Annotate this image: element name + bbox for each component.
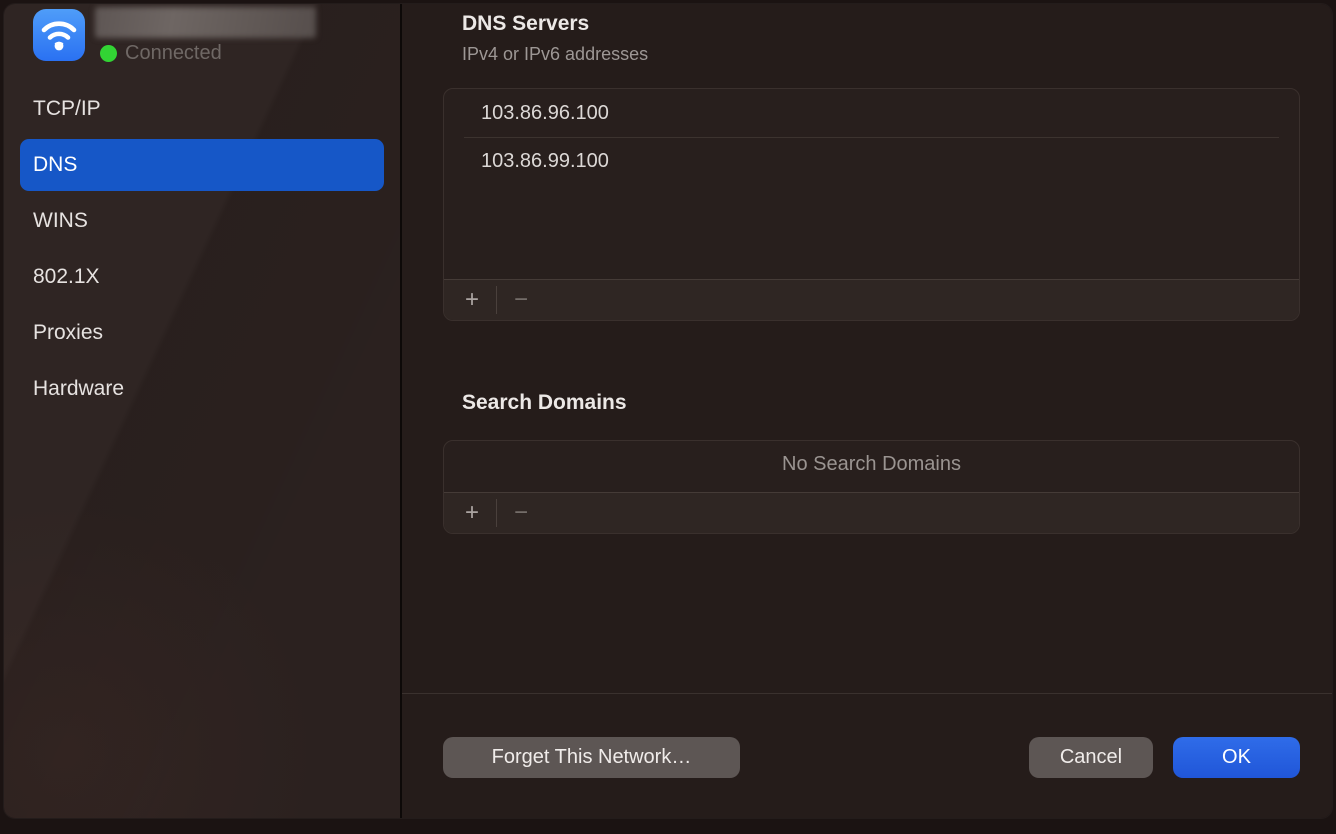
add-dns-server-button[interactable]: +: [454, 285, 490, 315]
network-name-redacted: [95, 7, 316, 38]
sidebar: Connected TCP/IP DNS WINS 802.1X: [4, 4, 400, 818]
network-details-sheet: Connected TCP/IP DNS WINS 802.1X: [4, 4, 1332, 818]
sidebar-nav-item-label: 802.1X: [33, 265, 100, 289]
remove-search-domain-button[interactable]: −: [503, 498, 539, 528]
dns-server-entry[interactable]: 103.86.96.100: [444, 89, 1299, 137]
add-search-domain-button[interactable]: +: [454, 498, 490, 528]
search-domains-title: Search Domains: [462, 391, 627, 415]
status-label: Connected: [125, 42, 222, 65]
sidebar-nav: TCP/IP DNS WINS 802.1X Proxies: [4, 81, 400, 417]
sidebar-nav-item[interactable]: 802.1X: [20, 249, 384, 305]
dns-server-address: 103.86.96.100: [481, 102, 609, 125]
dns-servers-subtitle: IPv4 or IPv6 addresses: [462, 44, 648, 65]
toolbar-separator: [496, 286, 497, 314]
dns-servers-rows: 103.86.96.100 103.86.99.100: [444, 89, 1299, 185]
sidebar-nav-item-label: Proxies: [33, 321, 103, 345]
dns-servers-title: DNS Servers: [462, 12, 589, 36]
sidebar-nav-item-label: WINS: [33, 209, 88, 233]
dns-server-address: 103.86.99.100: [481, 150, 609, 173]
sidebar-nav-item[interactable]: Proxies: [20, 305, 384, 361]
sidebar-nav-item[interactable]: Hardware: [20, 361, 384, 417]
sidebar-nav-item-label: Hardware: [33, 377, 124, 401]
forget-network-button[interactable]: Forget This Network…: [443, 737, 740, 778]
cancel-button[interactable]: Cancel: [1029, 737, 1153, 778]
sidebar-nav-item-label: DNS: [33, 153, 77, 177]
sidebar-nav-item[interactable]: WINS: [20, 193, 384, 249]
status-dot-icon: [100, 45, 117, 62]
sidebar-nav-item-label: TCP/IP: [33, 97, 101, 121]
dns-server-entry[interactable]: 103.86.99.100: [444, 137, 1299, 185]
footer-divider: [402, 693, 1332, 694]
search-domains-empty: No Search Domains: [444, 441, 1299, 488]
toolbar-separator: [496, 499, 497, 527]
wifi-glyph: [40, 18, 78, 52]
ok-button[interactable]: OK: [1173, 737, 1300, 778]
sidebar-nav-item[interactable]: TCP/IP: [20, 81, 384, 137]
sidebar-nav-item[interactable]: DNS: [20, 139, 384, 191]
search-domains-toolbar: + −: [444, 492, 1299, 533]
search-domains-list: No Search Domains + −: [443, 440, 1300, 534]
dns-servers-toolbar: + −: [444, 279, 1299, 320]
dns-servers-list: 103.86.96.100 103.86.99.100 + −: [443, 88, 1300, 321]
connection-status: Connected: [100, 42, 222, 65]
dns-settings-pane: DNS Servers IPv4 or IPv6 addresses 103.8…: [402, 4, 1332, 818]
wifi-icon: [33, 9, 85, 61]
remove-dns-server-button[interactable]: −: [503, 285, 539, 315]
